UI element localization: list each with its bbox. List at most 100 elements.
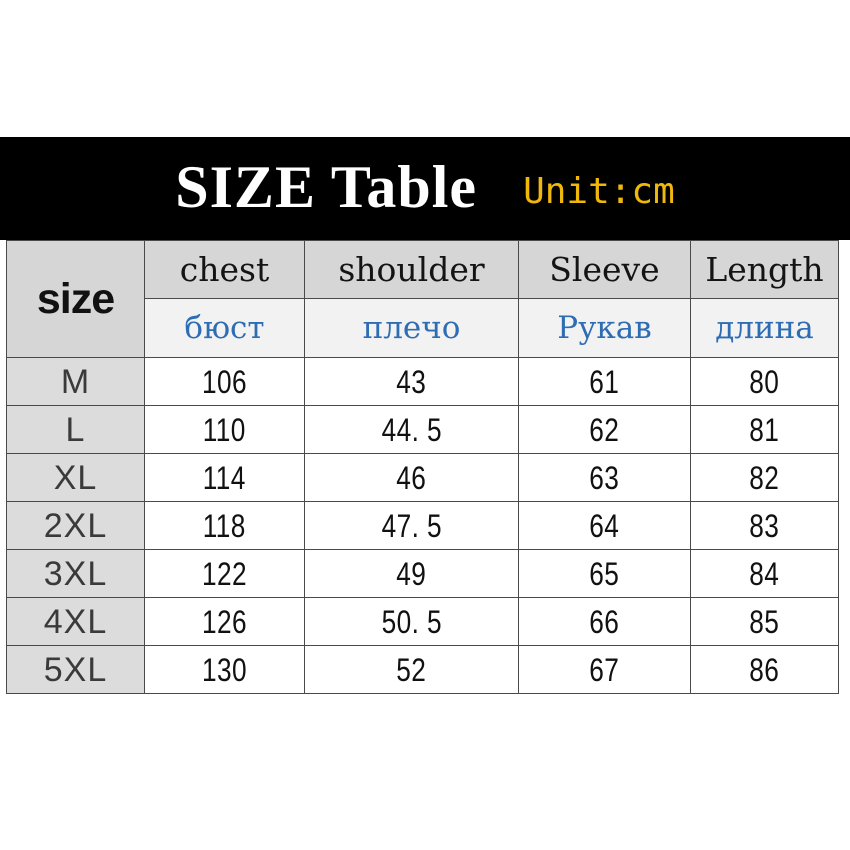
cell-shoulder: 52: [304, 645, 519, 694]
length-value: 84: [749, 555, 780, 592]
size-table: size chest shoulder Sleeve Length бюст п…: [6, 240, 839, 694]
cell-chest: 114: [144, 453, 305, 502]
sleeve-value: 67: [589, 651, 620, 688]
cell-shoulder: 49: [304, 549, 519, 598]
size-value: 3XL: [43, 554, 108, 593]
size-header-cell: size: [6, 240, 145, 358]
size-header-label: size: [36, 274, 115, 323]
size-chart-page: SIZE Table Unit:cm size chest shoulder S…: [0, 0, 850, 850]
shoulder-value: 52: [396, 651, 427, 688]
size-value: 5XL: [43, 650, 108, 689]
length-value: 81: [749, 411, 780, 448]
cell-shoulder: 43: [304, 357, 519, 406]
title-banner: SIZE Table Unit:cm: [0, 137, 850, 240]
shoulder-value: 47. 5: [381, 507, 442, 544]
header-label-shoulder-ru: плечо: [362, 309, 461, 346]
cell-size: 2XL: [6, 501, 145, 550]
header-cell-length: Length: [690, 240, 839, 299]
size-value: 4XL: [43, 602, 108, 641]
header-cell-length-ru: длина: [690, 298, 839, 358]
cell-sleeve: 62: [518, 405, 691, 454]
size-value: L: [65, 410, 86, 449]
chest-value: 114: [202, 459, 247, 496]
table-row: 2XL 118 47. 5 64 83: [6, 501, 839, 550]
shoulder-value: 43: [396, 363, 427, 400]
length-value: 86: [749, 651, 780, 688]
shoulder-value: 49: [396, 555, 427, 592]
sleeve-value: 62: [589, 411, 620, 448]
sleeve-value: 65: [589, 555, 620, 592]
table-row: 4XL 126 50. 5 66 85: [6, 597, 839, 646]
header-cell-chest-ru: бюст: [144, 298, 305, 358]
cell-size: M: [6, 357, 145, 406]
header-label-chest: chest: [179, 250, 270, 289]
shoulder-value: 46: [396, 459, 427, 496]
header-label-chest-ru: бюст: [184, 309, 265, 346]
cell-chest: 106: [144, 357, 305, 406]
size-value: XL: [53, 458, 98, 497]
cell-sleeve: 66: [518, 597, 691, 646]
length-value: 83: [749, 507, 780, 544]
table-row: L 110 44. 5 62 81: [6, 405, 839, 454]
sleeve-value: 66: [589, 603, 620, 640]
header-label-sleeve: Sleeve: [549, 250, 660, 289]
cell-chest: 122: [144, 549, 305, 598]
cell-length: 81: [690, 405, 839, 454]
length-value: 85: [749, 603, 780, 640]
chest-value: 118: [202, 507, 247, 544]
cell-length: 82: [690, 453, 839, 502]
cell-size: L: [6, 405, 145, 454]
shoulder-value: 50. 5: [381, 603, 442, 640]
shoulder-value: 44. 5: [381, 411, 442, 448]
cell-shoulder: 46: [304, 453, 519, 502]
cell-shoulder: 47. 5: [304, 501, 519, 550]
cell-chest: 126: [144, 597, 305, 646]
chest-value: 126: [201, 603, 247, 640]
cell-sleeve: 67: [518, 645, 691, 694]
length-value: 80: [749, 363, 780, 400]
cell-chest: 130: [144, 645, 305, 694]
cell-size: 3XL: [6, 549, 145, 598]
size-value: M: [60, 362, 91, 401]
table-row: 3XL 122 49 65 84: [6, 549, 839, 598]
sleeve-value: 63: [589, 459, 620, 496]
cell-sleeve: 61: [518, 357, 691, 406]
cell-length: 85: [690, 597, 839, 646]
unit-label: Unit:cm: [523, 170, 675, 212]
page-title: SIZE Table: [175, 153, 478, 220]
header-label-sleeve-ru: Рукав: [557, 309, 652, 346]
chest-value: 130: [201, 651, 247, 688]
cell-chest: 118: [144, 501, 305, 550]
chest-value: 106: [201, 363, 247, 400]
cell-sleeve: 65: [518, 549, 691, 598]
header-label-shoulder: shoulder: [338, 250, 485, 289]
cell-chest: 110: [144, 405, 305, 454]
table-row: 5XL 130 52 67 86: [6, 645, 839, 694]
cell-length: 84: [690, 549, 839, 598]
header-row-english: size chest shoulder Sleeve Length: [6, 240, 839, 358]
header-label-length: Length: [705, 250, 824, 289]
header-cell-sleeve-ru: Рукав: [518, 298, 691, 358]
cell-sleeve: 63: [518, 453, 691, 502]
cell-shoulder: 50. 5: [304, 597, 519, 646]
header-cell-shoulder: shoulder: [304, 240, 519, 299]
chest-value: 110: [202, 411, 247, 448]
header-cell-shoulder-ru: плечо: [304, 298, 519, 358]
cell-size: XL: [6, 453, 145, 502]
size-value: 2XL: [43, 506, 108, 545]
header-cell-sleeve: Sleeve: [518, 240, 691, 299]
cell-size: 4XL: [6, 597, 145, 646]
sleeve-value: 64: [589, 507, 620, 544]
cell-sleeve: 64: [518, 501, 691, 550]
length-value: 82: [749, 459, 780, 496]
cell-length: 86: [690, 645, 839, 694]
cell-length: 83: [690, 501, 839, 550]
cell-size: 5XL: [6, 645, 145, 694]
header-label-length-ru: длина: [715, 309, 814, 346]
cell-shoulder: 44. 5: [304, 405, 519, 454]
sleeve-value: 61: [589, 363, 620, 400]
cell-length: 80: [690, 357, 839, 406]
table-row: XL 114 46 63 82: [6, 453, 839, 502]
table-row: M 106 43 61 80: [6, 357, 839, 406]
chest-value: 122: [201, 555, 247, 592]
